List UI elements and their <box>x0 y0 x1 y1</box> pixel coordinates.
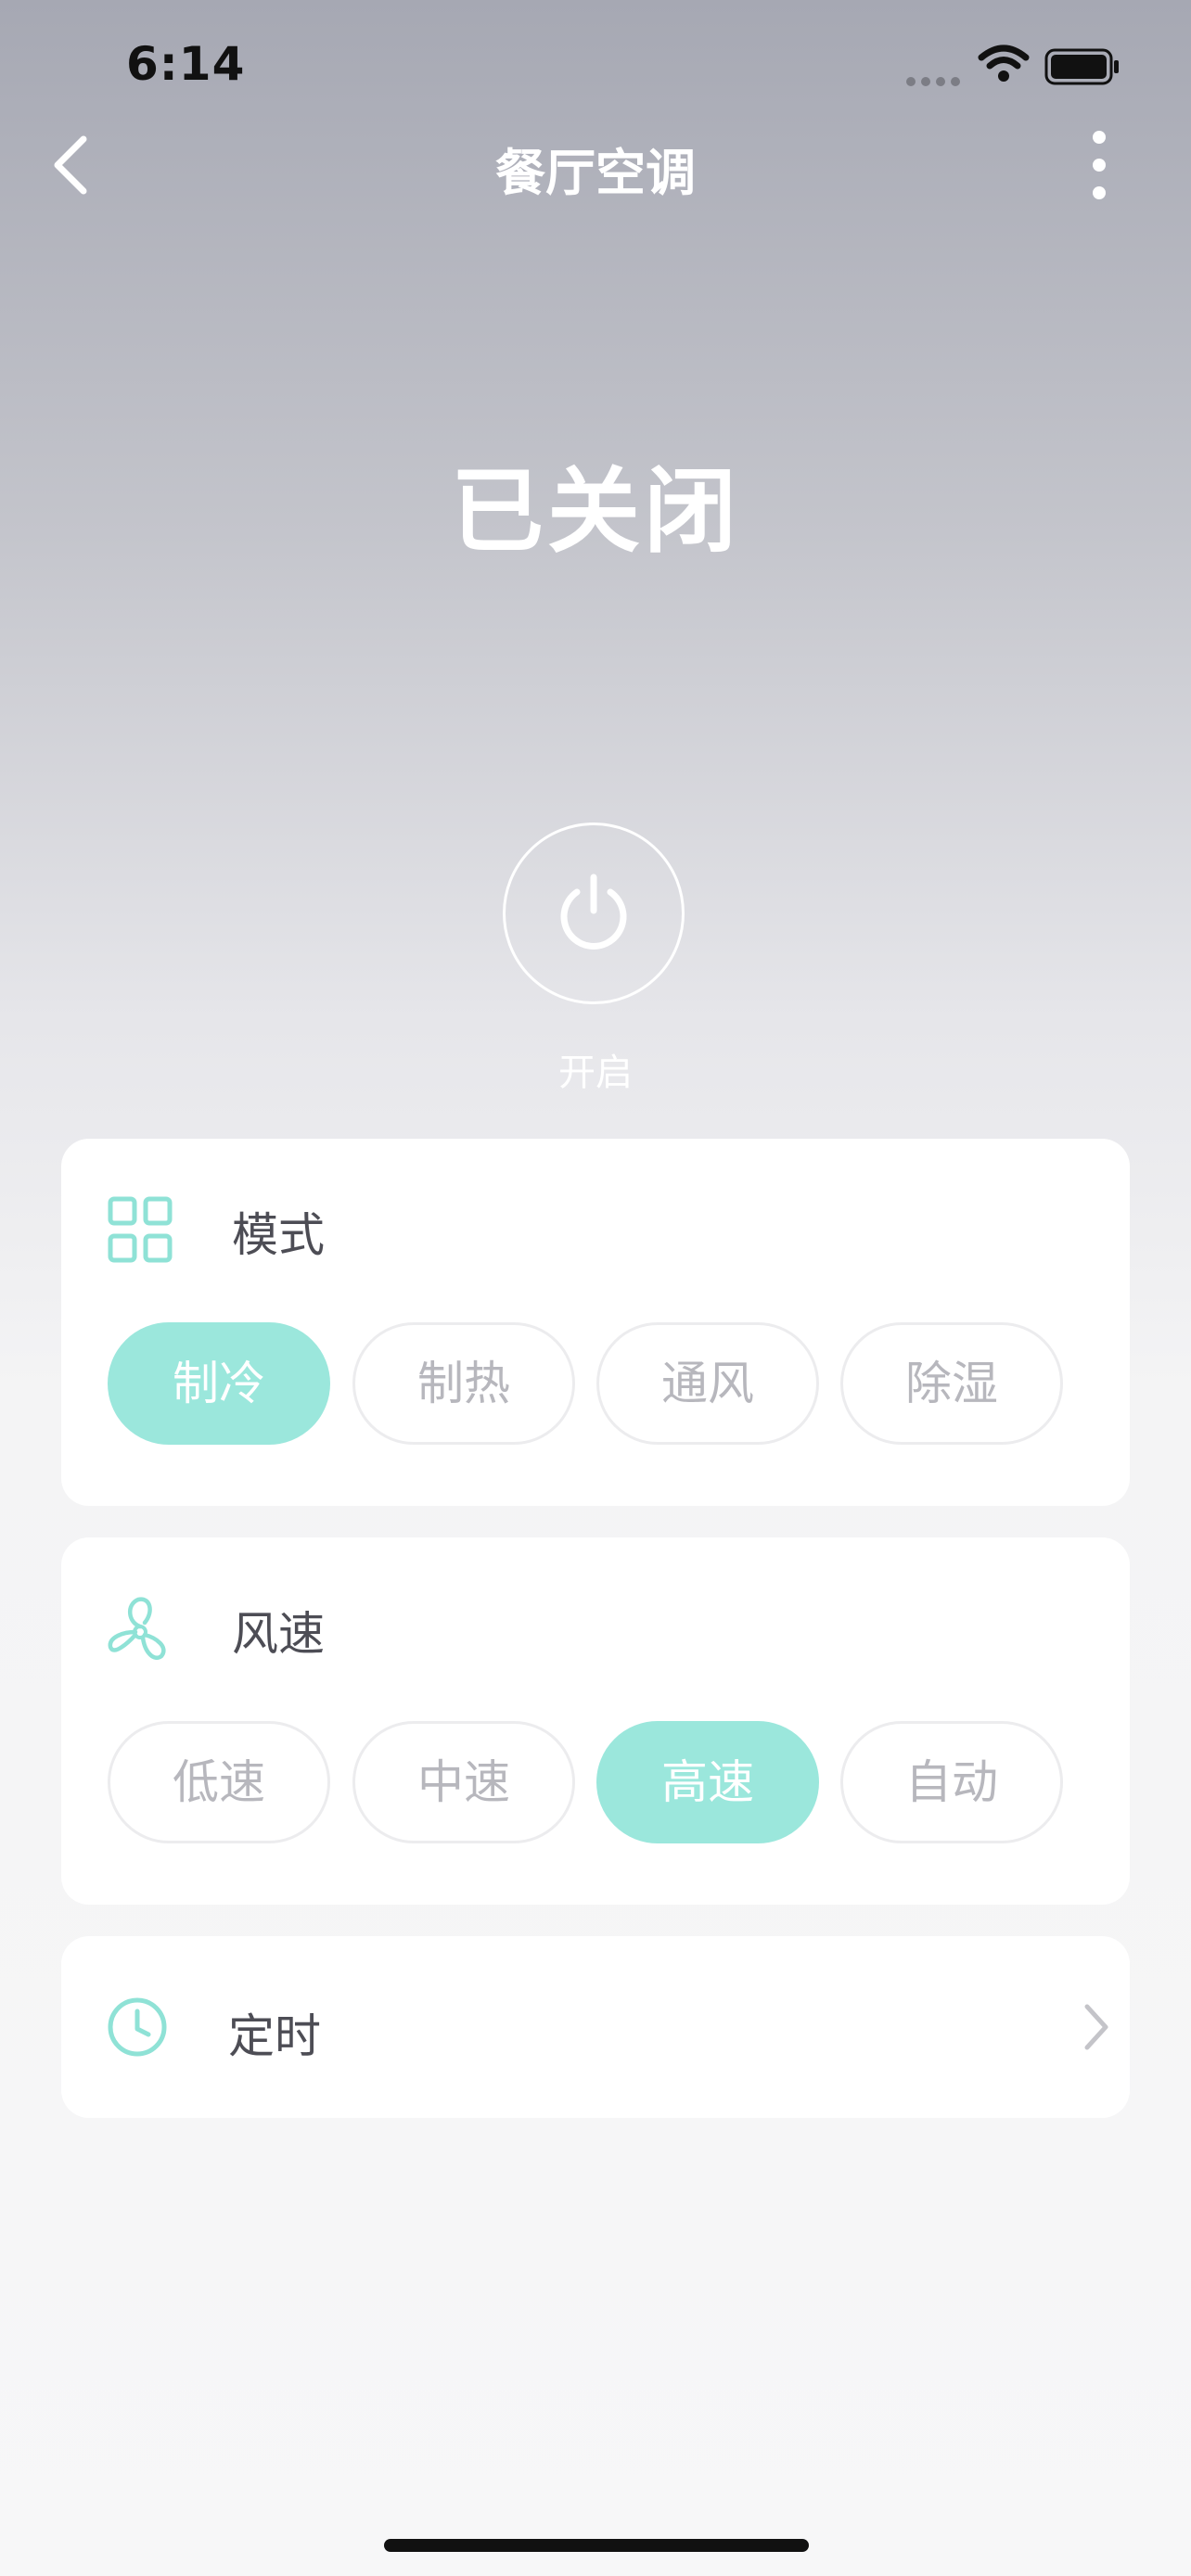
timer-row[interactable]: 定时 <box>61 1936 1130 2118</box>
battery-icon <box>1044 48 1119 85</box>
power-button[interactable] <box>503 823 685 1004</box>
cellular-signal-icon <box>906 77 960 86</box>
status-time: 6:14 <box>126 37 246 91</box>
chevron-right-icon <box>1084 2004 1108 2050</box>
status-bar: 6:14 <box>0 0 1191 130</box>
page-title: 餐厅空调 <box>495 144 696 202</box>
home-indicator <box>384 2539 809 2552</box>
more-button[interactable] <box>1067 128 1132 202</box>
wifi-icon <box>978 45 1030 82</box>
mode-card: 模式 制冷 制热 通风 除湿 <box>61 1139 1130 1506</box>
device-state-text: 已关闭 <box>451 457 740 566</box>
mode-option-dry[interactable]: 除湿 <box>840 1322 1063 1445</box>
power-icon <box>560 874 627 950</box>
mode-option-heat[interactable]: 制热 <box>352 1322 575 1445</box>
mode-label: 模式 <box>232 1208 325 1262</box>
timer-label: 定时 <box>228 2009 321 2063</box>
fan-icon <box>108 1597 166 1660</box>
power-label: 开启 <box>558 1052 633 1094</box>
fan-speed-label: 风速 <box>232 1607 325 1661</box>
fan-option-medium[interactable]: 中速 <box>352 1721 575 1843</box>
more-vertical-icon <box>1093 131 1106 199</box>
mode-option-cool[interactable]: 制冷 <box>108 1322 330 1445</box>
fan-option-auto[interactable]: 自动 <box>840 1721 1063 1843</box>
fan-option-high[interactable]: 高速 <box>596 1721 819 1843</box>
clock-icon <box>108 1997 167 2057</box>
navigation-bar: 餐厅空调 <box>0 111 1191 223</box>
fan-speed-card: 风速 低速 中速 高速 自动 <box>61 1537 1130 1905</box>
mode-option-fan[interactable]: 通风 <box>596 1322 819 1445</box>
fan-option-low[interactable]: 低速 <box>108 1721 330 1843</box>
grid-icon <box>108 1196 173 1263</box>
